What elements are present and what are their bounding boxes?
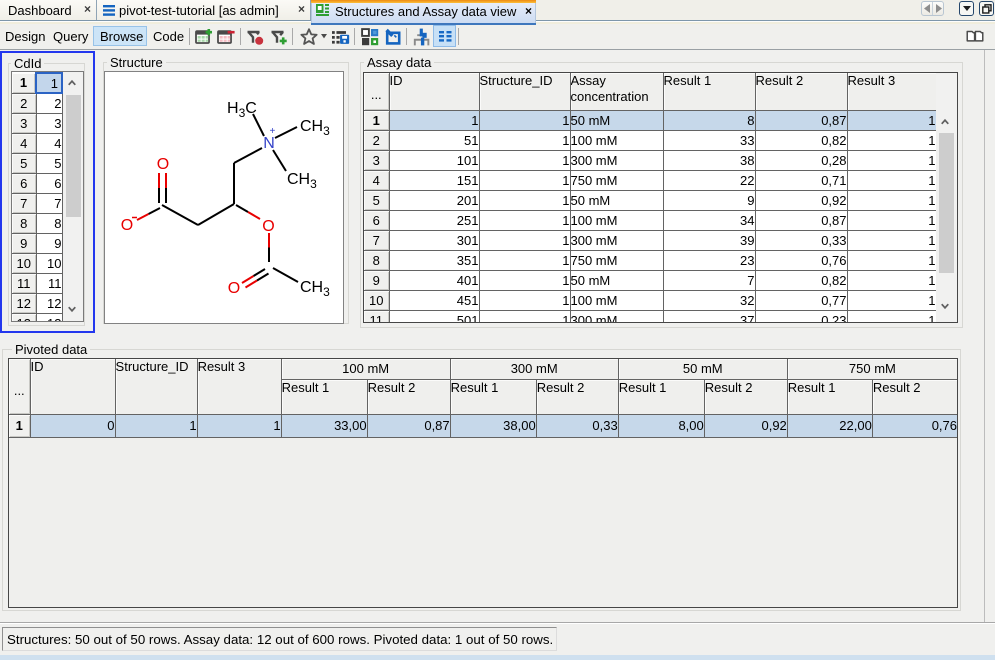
svg-text:CH3: CH3: [300, 279, 330, 299]
svg-text:CH3: CH3: [287, 171, 317, 191]
svg-text:H3C: H3C: [227, 100, 257, 120]
svg-text:N: N: [263, 135, 275, 152]
svg-text:O: O: [262, 218, 274, 235]
svg-text:O: O: [157, 156, 169, 173]
svg-text:O: O: [121, 217, 133, 234]
svg-text:+: +: [270, 126, 276, 137]
svg-text:O: O: [228, 280, 240, 297]
svg-text:CH3: CH3: [300, 118, 330, 138]
